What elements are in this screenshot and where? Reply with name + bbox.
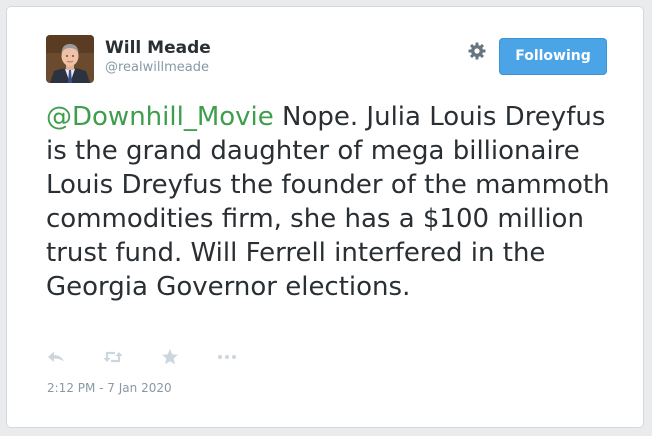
user-handle[interactable]: @realwillmeade [105, 60, 209, 76]
avatar[interactable] [46, 35, 94, 83]
more-icon[interactable] [216, 347, 238, 367]
gear-icon[interactable] [467, 41, 487, 61]
tweet-body: Nope. Julia Louis Dreyfus is the grand d… [46, 102, 610, 302]
tweet-card: Will Meade @realwillmeade Following @Dow… [6, 6, 644, 428]
reply-icon[interactable] [46, 347, 68, 367]
retweet-icon[interactable] [102, 347, 124, 367]
display-name[interactable]: Will Meade [105, 38, 211, 58]
tweet-text: @Downhill_Movie Nope. Julia Louis Dreyfu… [46, 100, 626, 304]
tweet-timestamp[interactable]: 2:12 PM - 7 Jan 2020 [47, 380, 172, 396]
following-button[interactable]: Following [499, 38, 607, 75]
mention-link[interactable]: @Downhill_Movie [46, 102, 274, 132]
star-icon[interactable] [159, 347, 181, 367]
avatar-image [46, 35, 94, 83]
